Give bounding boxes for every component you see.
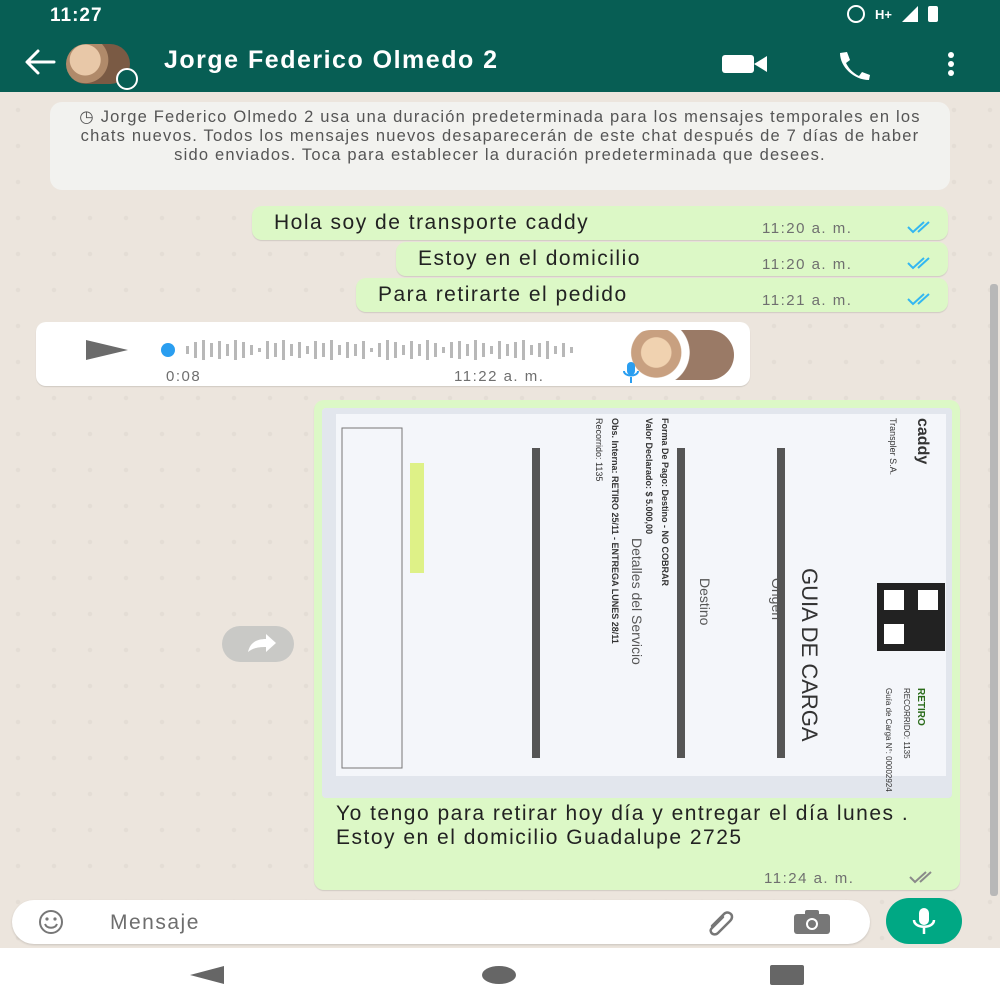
read-ticks-icon — [907, 293, 930, 306]
contact-name[interactable]: Jorge Federico Olmedo 2 — [164, 46, 499, 75]
microphone-icon — [912, 908, 936, 934]
message-text: Para retirarte el pedido — [378, 283, 628, 306]
read-ticks-icon — [907, 257, 930, 270]
video-call-icon[interactable] — [720, 52, 770, 76]
doc-service-label: Detalles del Servicio — [629, 538, 645, 665]
sender-avatar — [626, 330, 734, 380]
doc-payment-line: Forma De Pago: Destino - NO COBRAR — [660, 418, 670, 587]
shipping-guide-document: caddy Transpler S.A. GUIA DE CARGA Orige… — [322, 408, 952, 798]
delivered-ticks-icon — [909, 871, 932, 884]
doc-declared-line: Valor Declarado: $ 5.000,00 — [644, 418, 654, 534]
message-input[interactable] — [108, 904, 672, 942]
nav-recents-icon[interactable] — [770, 965, 804, 985]
doc-badge: RETIRO — [915, 688, 926, 726]
chat-header: Jorge Federico Olmedo 2 — [0, 34, 1000, 92]
battery-icon — [928, 6, 938, 22]
voice-message-bubble[interactable]: 0:08 11:22 a. m. — [36, 322, 750, 386]
doc-recorrido-line: Recorrido: 1135 — [594, 418, 604, 481]
alarm-icon — [847, 5, 866, 23]
image-caption: Yo tengo para retirar hoy día y entregar… — [336, 802, 910, 849]
network-type: H+ — [875, 6, 892, 22]
image-message-bubble[interactable]: caddy Transpler S.A. GUIA DE CARGA Orige… — [314, 400, 960, 890]
chat-area[interactable]: ◷ Jorge Federico Olmedo 2 usa una duraci… — [0, 92, 1000, 990]
play-icon[interactable] — [86, 340, 128, 360]
disappearing-timer-icon — [116, 68, 138, 90]
message-time: 11:20 a. m. — [762, 256, 853, 273]
disappearing-messages-notice[interactable]: ◷ Jorge Federico Olmedo 2 usa una duraci… — [50, 102, 950, 190]
forward-icon — [248, 634, 276, 652]
more-options-icon[interactable] — [936, 48, 966, 80]
doc-title: GUIA DE CARGA — [797, 568, 822, 742]
doc-guide-line: Guía de Carga N°: 00002924 — [884, 688, 893, 792]
message-time: 11:22 a. m. — [454, 368, 545, 385]
message-bubble[interactable]: Hola soy de transporte caddy 11:20 a. m. — [252, 206, 948, 240]
signal-icon — [902, 6, 918, 22]
doc-badge-sub: RECORRIDO: 1135 — [902, 688, 911, 759]
emoji-icon[interactable] — [38, 909, 64, 935]
voice-duration: 0:08 — [166, 368, 202, 385]
doc-retiro-line: Obs. Interna: RETIRO 25/11 - ENTREGA LUN… — [610, 418, 620, 644]
message-time: 11:24 a. m. — [764, 870, 855, 887]
phone-call-icon[interactable] — [834, 48, 874, 80]
voice-record-button[interactable] — [886, 898, 962, 944]
message-text: Estoy en el domicilio — [418, 247, 641, 270]
status-icons: H+ — [847, 5, 938, 23]
nav-home-icon[interactable] — [482, 966, 516, 984]
microphone-icon — [623, 362, 639, 383]
message-bubble[interactable]: Para retirarte el pedido 11:21 a. m. — [356, 278, 948, 312]
message-time: 11:21 a. m. — [762, 292, 853, 309]
doc-brand: caddy — [914, 418, 931, 464]
read-ticks-icon — [907, 221, 930, 234]
voice-waveform[interactable] — [156, 338, 586, 362]
message-text: Hola soy de transporte caddy — [274, 211, 590, 234]
doc-company: Transpler S.A. — [888, 418, 898, 475]
chat-scrollbar[interactable] — [990, 284, 998, 896]
back-arrow-icon[interactable] — [20, 46, 60, 78]
notice-text: Jorge Federico Olmedo 2 usa una duración… — [80, 108, 921, 164]
message-composer — [12, 900, 870, 944]
attach-icon[interactable] — [704, 908, 738, 936]
shipping-guide-photo[interactable]: caddy Transpler S.A. GUIA DE CARGA Orige… — [322, 408, 952, 798]
doc-destination-label: Destino — [697, 578, 713, 626]
message-time: 11:20 a. m. — [762, 220, 853, 237]
system-nav-bar — [0, 948, 1000, 1000]
status-time: 11:27 — [50, 5, 103, 26]
timer-icon: ◷ — [79, 108, 101, 126]
camera-icon[interactable] — [792, 908, 832, 936]
message-bubble[interactable]: Estoy en el domicilio 11:20 a. m. — [396, 242, 948, 276]
nav-back-icon[interactable] — [190, 966, 224, 984]
status-bar: 11:27 H+ — [0, 0, 1000, 34]
forward-button[interactable] — [222, 626, 294, 662]
